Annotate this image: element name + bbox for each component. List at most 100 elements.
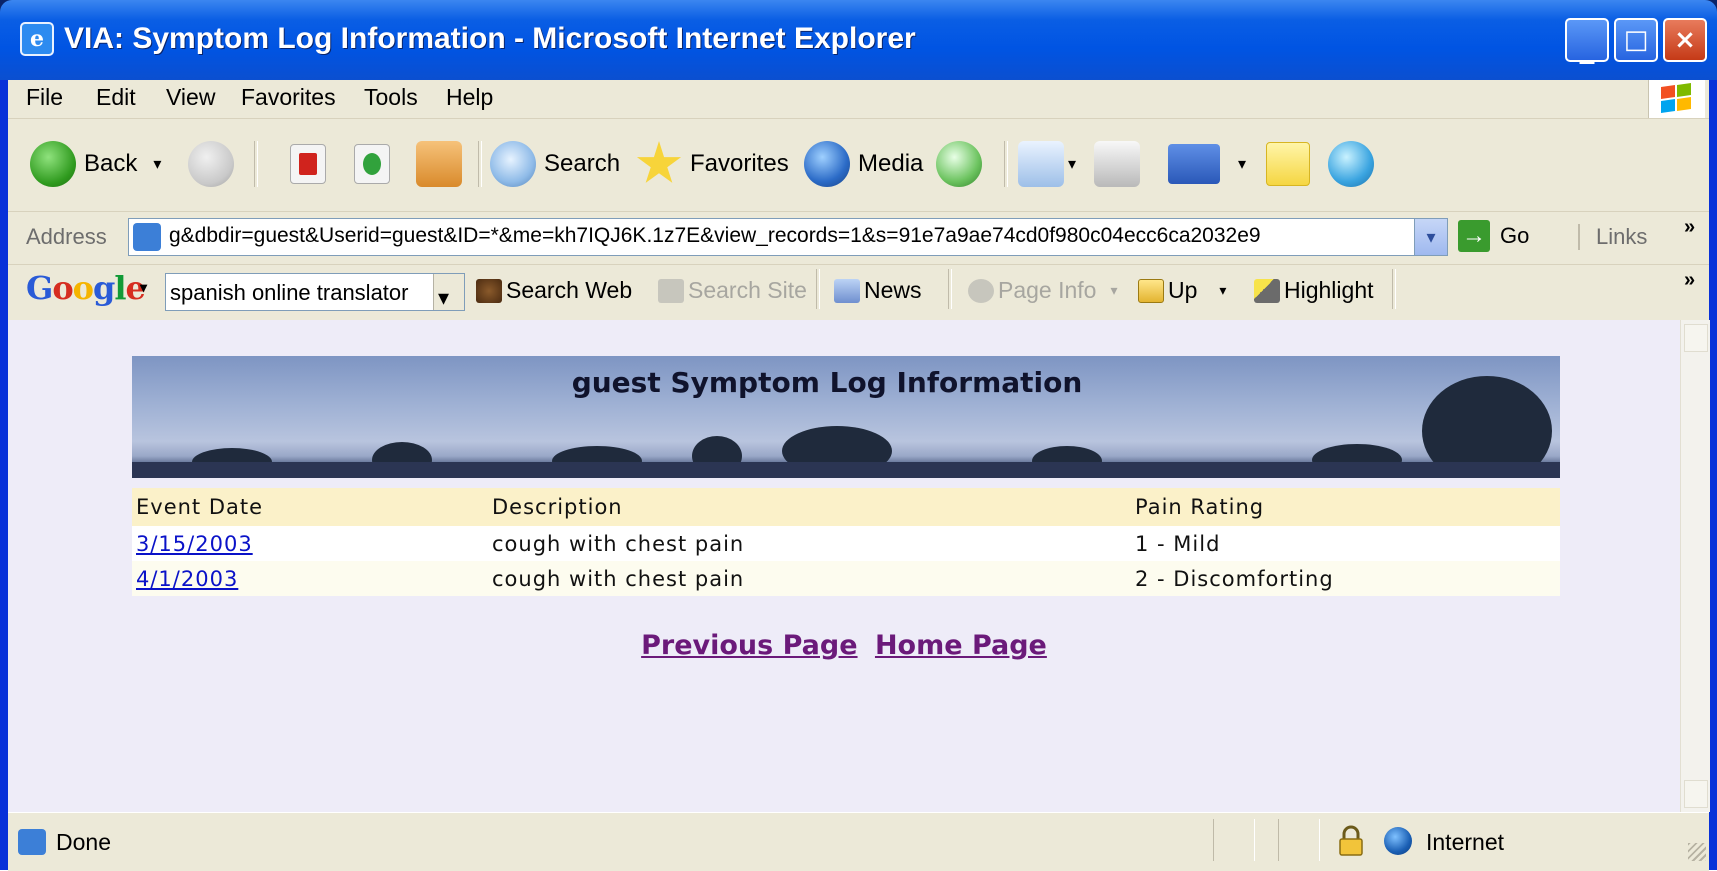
mail-icon xyxy=(1018,141,1064,187)
toolbar-separator xyxy=(1004,141,1008,187)
google-menu-dropdown-icon[interactable]: ▾ xyxy=(140,279,147,296)
column-header-description: Description xyxy=(488,488,1131,526)
toolbar-separator xyxy=(254,141,258,187)
table-row: 4/1/2003 cough with chest pain 2 - Disco… xyxy=(132,561,1560,596)
up-button[interactable]: Up ▾ xyxy=(1138,277,1226,304)
internet-zone-icon xyxy=(1384,827,1412,855)
browser-window: e VIA: Symptom Log Information - Microso… xyxy=(0,0,1717,871)
symptom-log-table: Event Date Description Pain Rating 3/15/… xyxy=(132,488,1560,596)
close-icon: × xyxy=(1674,25,1696,55)
pain-rating-cell: 2 - Discomforting xyxy=(1131,561,1560,596)
links-button[interactable]: Links xyxy=(1578,224,1647,250)
google-toolbar: Google ▾ spanish online translator ▾ Sea… xyxy=(8,265,1709,317)
address-input[interactable]: g&dbdir=guest&Userid=guest&ID=*&me=kh7IQ… xyxy=(128,218,1448,256)
refresh-icon xyxy=(354,144,390,184)
description-cell: cough with chest pain xyxy=(488,526,1131,561)
description-cell: cough with chest pain xyxy=(488,561,1131,596)
resize-grip[interactable] xyxy=(1688,843,1706,861)
search-button[interactable]: Search xyxy=(490,141,620,187)
status-pane xyxy=(1278,819,1320,861)
page-title: guest Symptom Log Information xyxy=(571,366,1083,399)
links-overflow-icon[interactable]: » xyxy=(1684,216,1695,239)
news-button[interactable]: News xyxy=(834,277,922,304)
back-label: Back xyxy=(84,150,138,177)
chevron-down-icon: ▾ xyxy=(1426,227,1436,247)
media-label: Media xyxy=(858,150,924,177)
status-bar: Done Internet xyxy=(8,812,1709,871)
previous-page-link[interactable]: Previous Page xyxy=(641,630,857,661)
google-search-input[interactable]: spanish online translator ▾ xyxy=(165,273,465,311)
home-page-link[interactable]: Home Page xyxy=(875,630,1047,661)
page-info-label: Page Info xyxy=(998,277,1097,303)
page-icon xyxy=(18,829,46,855)
highlighter-icon xyxy=(1254,278,1280,303)
pain-rating-cell: 1 - Mild xyxy=(1131,526,1560,561)
favorites-button[interactable]: Favorites xyxy=(636,141,789,187)
refresh-button[interactable] xyxy=(354,141,398,187)
page-info-icon xyxy=(968,278,994,303)
messenger-button[interactable] xyxy=(1328,141,1382,187)
edit-dropdown-icon[interactable]: ▾ xyxy=(1238,154,1246,174)
google-search-dropdown-button[interactable]: ▾ xyxy=(433,274,464,310)
close-button[interactable]: × xyxy=(1663,18,1707,62)
chevron-down-icon: ▾ xyxy=(438,285,450,310)
maximize-button[interactable]: □ xyxy=(1614,18,1658,62)
vertical-scrollbar[interactable] xyxy=(1680,320,1710,812)
search-site-label: Search Site xyxy=(688,277,807,303)
go-button[interactable]: → Go xyxy=(1458,220,1529,252)
stop-icon xyxy=(290,144,326,184)
up-dropdown-icon[interactable]: ▾ xyxy=(1219,282,1226,299)
note-icon xyxy=(1266,142,1310,186)
address-dropdown-button[interactable]: ▾ xyxy=(1414,219,1447,255)
menu-view[interactable]: View xyxy=(166,84,215,111)
event-date-link[interactable]: 3/15/2003 xyxy=(136,532,253,556)
scroll-down-button[interactable] xyxy=(1684,780,1708,808)
print-button[interactable] xyxy=(1094,141,1148,187)
scroll-up-button[interactable] xyxy=(1684,324,1708,352)
status-text: Done xyxy=(56,829,111,855)
go-arrow-icon: → xyxy=(1458,220,1490,252)
menu-edit[interactable]: Edit xyxy=(96,84,136,111)
column-header-event-date: Event Date xyxy=(132,488,488,526)
highlight-label: Highlight xyxy=(1284,277,1374,303)
media-button[interactable]: Media xyxy=(804,141,923,187)
mail-dropdown-icon[interactable]: ▾ xyxy=(1068,154,1076,174)
menu-tools[interactable]: Tools xyxy=(364,84,418,111)
go-label: Go xyxy=(1500,223,1530,248)
browser-chrome: File Edit View Favorites Tools Help Back… xyxy=(8,80,1709,320)
event-date-link[interactable]: 4/1/2003 xyxy=(136,567,238,591)
menu-favorites[interactable]: Favorites xyxy=(241,84,336,111)
highlight-button[interactable]: Highlight xyxy=(1254,277,1374,304)
menu-file[interactable]: File xyxy=(26,84,63,111)
windows-logo-icon xyxy=(1648,80,1705,118)
toolbar-separator xyxy=(1392,269,1396,309)
edit-icon xyxy=(1168,144,1220,184)
edit-button[interactable]: ▾ xyxy=(1168,141,1246,187)
page-info-button[interactable]: Page Info ▾ xyxy=(968,277,1118,304)
mail-button[interactable]: ▾ xyxy=(1018,141,1076,187)
google-overflow-icon[interactable]: » xyxy=(1684,269,1695,292)
favorites-label: Favorites xyxy=(690,150,789,177)
toolbar-separator xyxy=(948,269,952,309)
back-dropdown-icon[interactable]: ▾ xyxy=(153,154,161,174)
history-button[interactable] xyxy=(936,141,990,187)
menu-help[interactable]: Help xyxy=(446,84,493,111)
news-label: News xyxy=(864,277,922,303)
minimize-button[interactable]: _ xyxy=(1565,18,1609,65)
table-row: 3/15/2003 cough with chest pain 1 - Mild xyxy=(132,526,1560,561)
event-date-cell: 3/15/2003 xyxy=(132,526,488,561)
note-button[interactable] xyxy=(1266,141,1318,187)
folder-up-icon xyxy=(1138,278,1164,303)
forward-button[interactable] xyxy=(188,141,242,187)
google-logo[interactable]: Google xyxy=(26,269,146,307)
forward-icon xyxy=(188,141,234,187)
search-web-button[interactable]: Search Web xyxy=(476,277,632,304)
search-site-button[interactable]: Search Site xyxy=(658,277,807,304)
stop-button[interactable] xyxy=(290,141,334,187)
back-button[interactable]: Back ▾ xyxy=(30,141,161,187)
column-header-pain-rating: Pain Rating xyxy=(1131,488,1560,526)
home-button[interactable] xyxy=(416,141,470,187)
status-pane xyxy=(1213,819,1255,861)
menu-bar: File Edit View Favorites Tools Help xyxy=(8,80,1709,119)
page-navigation: Previous Page Home Page xyxy=(8,630,1680,661)
